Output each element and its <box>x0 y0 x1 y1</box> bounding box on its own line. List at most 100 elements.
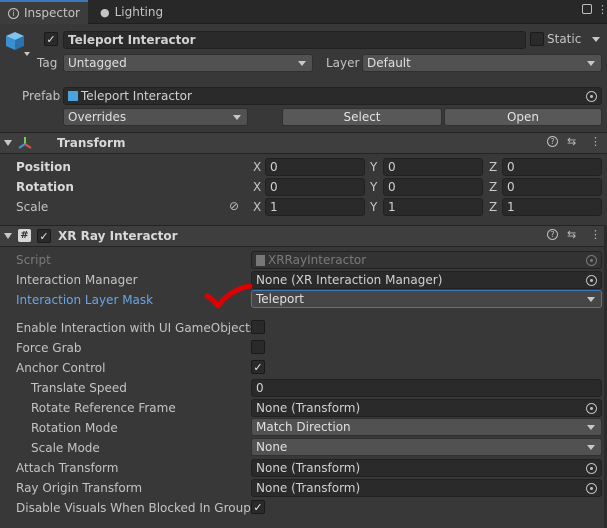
attach-transform-label: Attach Transform <box>16 461 119 475</box>
ray-origin-transform-field[interactable]: None (Transform) <box>251 479 602 497</box>
lightbulb-icon: ● <box>100 5 110 19</box>
interaction-manager-value: None (XR Interaction Manager) <box>256 273 443 287</box>
ray-origin-transform-value: None (Transform) <box>256 481 361 495</box>
object-picker-icon[interactable] <box>586 403 597 414</box>
scale-z-field[interactable]: 1 <box>502 198 602 216</box>
rotation-z-field[interactable]: 0 <box>502 178 602 196</box>
rotation-mode-dropdown[interactable]: Match Direction <box>251 418 602 436</box>
tag-value: Untagged <box>68 56 127 70</box>
foldout-arrow-icon[interactable] <box>4 140 12 146</box>
static-checkbox[interactable] <box>530 32 544 46</box>
open-button[interactable]: Open <box>444 108 602 126</box>
xr-ray-interactor-title: XR Ray Interactor <box>58 229 178 243</box>
overrides-dropdown[interactable]: Overrides <box>63 108 248 126</box>
position-label: Position <box>16 160 71 174</box>
active-checkbox[interactable]: ✓ <box>44 32 58 46</box>
select-button[interactable]: Select <box>282 108 442 126</box>
ray-origin-transform-label: Ray Origin Transform <box>16 481 143 495</box>
open-label: Open <box>506 110 540 124</box>
rotate-reference-frame-value: None (Transform) <box>256 401 361 415</box>
tab-label: Inspector <box>24 6 80 20</box>
script-component-icon: # <box>18 229 31 242</box>
scale-y-label[interactable]: Y <box>370 200 377 214</box>
component-enabled-checkbox[interactable]: ✓ <box>37 229 51 243</box>
anchor-control-checkbox[interactable]: ✓ <box>251 360 265 374</box>
script-value: XRRayInteractor <box>268 253 367 267</box>
link-constrain-icon[interactable]: ⊘ <box>229 199 239 213</box>
chevron-down-icon[interactable] <box>24 52 30 56</box>
rotation-mode-value: Match Direction <box>256 420 351 434</box>
transform-header[interactable]: Transform ? ⇆ ⋮ <box>0 132 607 154</box>
attach-transform-field[interactable]: None (Transform) <box>251 459 602 477</box>
presets-icon[interactable]: ⇆ <box>567 228 576 241</box>
position-z-field[interactable]: 0 <box>502 158 602 176</box>
scale-mode-dropdown[interactable]: None <box>251 438 602 456</box>
position-x-field[interactable]: 0 <box>265 158 365 176</box>
layer-label: Layer <box>326 56 360 70</box>
static-dropdown-caret[interactable] <box>592 37 600 42</box>
help-icon[interactable]: ? <box>547 229 558 240</box>
tag-dropdown[interactable]: Untagged <box>63 54 313 72</box>
tab-lighting[interactable]: ● Lighting <box>92 0 182 24</box>
rotation-x-label[interactable]: X <box>253 180 261 194</box>
scale-z-label[interactable]: Z <box>489 200 497 214</box>
tag-label: Tag <box>37 56 58 70</box>
xr-ray-interactor-header[interactable]: # ✓ XR Ray Interactor ? ⇆ ⋮ <box>0 225 607 247</box>
position-x-label[interactable]: X <box>253 160 261 174</box>
rotation-y-label[interactable]: Y <box>370 180 377 194</box>
script-field: XRRayInteractor <box>251 251 602 269</box>
name-field[interactable]: Teleport Interactor <box>63 31 526 49</box>
translate-speed-field[interactable]: 0 <box>251 379 602 397</box>
object-picker-icon[interactable] <box>586 483 597 494</box>
rotation-mode-label: Rotation Mode <box>31 421 118 435</box>
position-y-value: 0 <box>388 160 396 174</box>
prefab-field[interactable]: Teleport Interactor <box>63 87 602 105</box>
position-y-field[interactable]: 0 <box>383 158 483 176</box>
rotation-z-label[interactable]: Z <box>489 180 497 194</box>
more-options-icon[interactable]: ⋮ <box>590 228 601 241</box>
position-y-label[interactable]: Y <box>370 160 377 174</box>
object-picker-icon <box>586 255 597 266</box>
interaction-layer-mask-value: Teleport <box>256 292 304 306</box>
position-x-value: 0 <box>270 160 278 174</box>
more-options-icon[interactable]: ⋮ <box>597 3 607 16</box>
red-checkmark-annotation <box>204 284 253 309</box>
foldout-arrow-icon[interactable] <box>4 233 12 239</box>
rotate-reference-frame-label: Rotate Reference Frame <box>31 401 176 415</box>
translate-speed-value: 0 <box>256 381 264 395</box>
scale-y-value: 1 <box>388 200 396 214</box>
scale-x-field[interactable]: 1 <box>265 198 365 216</box>
name-value: Teleport Interactor <box>68 33 196 47</box>
scale-label: Scale <box>16 200 49 214</box>
interaction-layer-mask-dropdown[interactable]: Teleport <box>251 290 602 308</box>
presets-icon[interactable]: ⇆ <box>567 135 576 148</box>
gameobject-cube-icon <box>4 30 26 52</box>
rotation-x-field[interactable]: 0 <box>265 178 365 196</box>
object-picker-icon[interactable] <box>586 275 597 286</box>
rotate-reference-frame-field[interactable]: None (Transform) <box>251 399 602 417</box>
transform-title: Transform <box>57 136 126 150</box>
tab-inspector[interactable]: i Inspector <box>0 0 88 24</box>
scale-x-label[interactable]: X <box>253 200 261 214</box>
help-icon[interactable]: ? <box>547 136 558 147</box>
lock-icon[interactable] <box>582 4 592 14</box>
transform-icon <box>17 135 33 154</box>
object-picker-icon[interactable] <box>586 91 597 102</box>
disable-visuals-checkbox[interactable]: ✓ <box>251 500 265 514</box>
interaction-manager-field[interactable]: None (XR Interaction Manager) <box>251 271 602 289</box>
layer-dropdown[interactable]: Default <box>362 54 602 72</box>
prefab-label: Prefab <box>22 89 61 103</box>
tab-bar: i Inspector ● Lighting ⋮ <box>0 0 607 24</box>
force-grab-label: Force Grab <box>16 341 82 355</box>
position-z-label[interactable]: Z <box>489 160 497 174</box>
rotation-y-field[interactable]: 0 <box>383 178 483 196</box>
prefab-icon <box>68 91 78 101</box>
position-z-value: 0 <box>507 160 515 174</box>
script-label: Script <box>16 253 51 267</box>
object-picker-icon[interactable] <box>586 463 597 474</box>
enable-ui-interaction-checkbox[interactable] <box>251 320 265 334</box>
more-options-icon[interactable]: ⋮ <box>590 135 601 148</box>
force-grab-checkbox[interactable] <box>251 340 265 354</box>
static-label: Static <box>547 32 582 46</box>
scale-y-field[interactable]: 1 <box>383 198 483 216</box>
